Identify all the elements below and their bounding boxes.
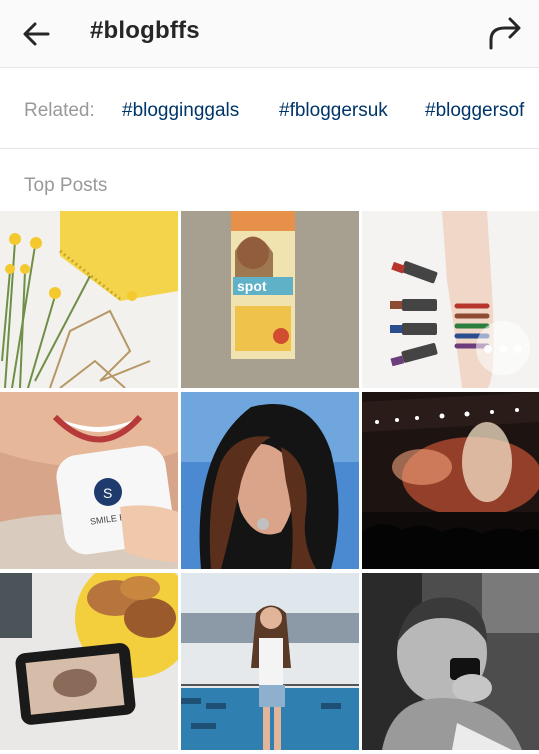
- top-posts-heading: Top Posts: [24, 175, 108, 196]
- related-hashtags-bar: Related: #blogginggals #fbloggersuk #blo…: [0, 69, 539, 149]
- post-concert-stage[interactable]: [362, 392, 539, 569]
- post-bw-boy-phone[interactable]: [362, 573, 539, 750]
- related-tag-bloggersof[interactable]: #bloggersof: [425, 100, 524, 122]
- page-title: #blogbffs: [90, 17, 200, 44]
- spot-box-text: spot: [237, 278, 267, 294]
- post-spot-product-box[interactable]: spot: [181, 211, 359, 388]
- post-hooded-woman[interactable]: [181, 392, 359, 569]
- more-options-icon[interactable]: [476, 321, 530, 375]
- related-label: Related:: [24, 100, 95, 121]
- post-phone-pastries[interactable]: [0, 573, 178, 750]
- related-tag-fbloggersuk[interactable]: #fbloggersuk: [279, 100, 388, 122]
- arrow-left-icon[interactable]: [18, 18, 54, 50]
- post-flowers-notebook[interactable]: [0, 211, 178, 388]
- top-bar: #blogbffs: [0, 0, 539, 68]
- top-posts-grid: spot S SMILE: [0, 211, 539, 754]
- post-cruise-deck-girl[interactable]: [181, 573, 359, 750]
- share-arrow-icon[interactable]: [485, 14, 525, 52]
- related-tag-blogginggals[interactable]: #blogginggals: [122, 100, 239, 122]
- post-smile-brilliant[interactable]: S SMILE BRILLIANT: [0, 392, 178, 569]
- svg-text:S: S: [103, 485, 112, 501]
- post-lipstick-swatches[interactable]: [362, 211, 539, 388]
